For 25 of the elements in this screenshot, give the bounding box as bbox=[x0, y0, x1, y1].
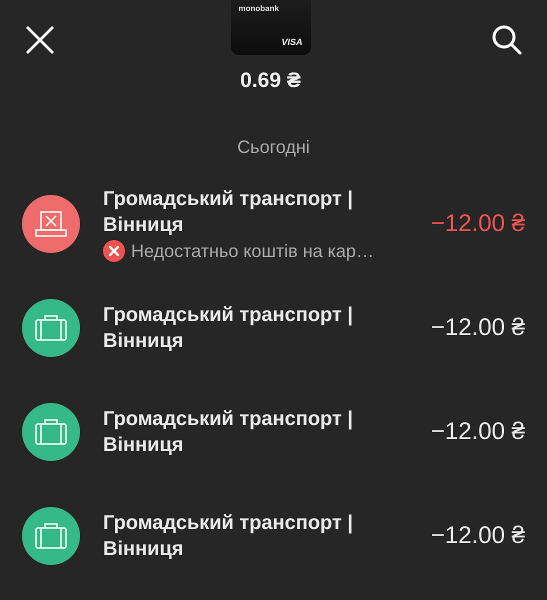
transaction-title: Громадський транспорт | Вінниця bbox=[103, 187, 354, 238]
search-icon[interactable] bbox=[491, 24, 523, 56]
transaction-title: Громадський транспорт | Вінниця bbox=[103, 303, 354, 354]
transaction-amount: −12.00 ₴ bbox=[430, 210, 525, 238]
decline-reason: Недостатньо коштів на кар… bbox=[131, 240, 374, 262]
transaction-title: Громадський транспорт | Вінниця bbox=[103, 407, 354, 458]
transaction-amount: −12.00 ₴ bbox=[430, 522, 525, 550]
bank-card[interactable]: monobank VISA bbox=[230, 0, 310, 55]
error-icon bbox=[103, 240, 125, 262]
suitcase-icon bbox=[22, 403, 80, 461]
card-bank-name: monobank bbox=[238, 4, 279, 13]
declined-payment-icon bbox=[22, 195, 80, 253]
transaction-amount: −12.00 ₴ bbox=[430, 314, 525, 342]
transaction-row[interactable]: Громадський транспорт | Вінниця Недостатньо коштів на кар… −12.00 ₴ bbox=[0, 172, 547, 276]
suitcase-icon bbox=[22, 507, 80, 565]
balance: 0.69 ₴ bbox=[240, 69, 301, 93]
section-heading: Сьогодні bbox=[236, 137, 311, 158]
transaction-row[interactable]: Громадський транспорт | Вінниця −12.00 ₴ bbox=[0, 276, 547, 380]
suitcase-icon bbox=[22, 299, 80, 357]
transaction-amount: −12.00 ₴ bbox=[430, 418, 525, 446]
transaction-row[interactable]: Громадський транспорт | Вінниця −12.00 ₴ bbox=[0, 484, 547, 588]
transaction-row[interactable]: Громадський транспорт | Вінниця −12.00 ₴ bbox=[0, 380, 547, 484]
close-icon[interactable] bbox=[26, 26, 54, 54]
card-network: VISA bbox=[281, 37, 302, 47]
transaction-title: Громадський транспорт | Вінниця bbox=[103, 511, 354, 562]
